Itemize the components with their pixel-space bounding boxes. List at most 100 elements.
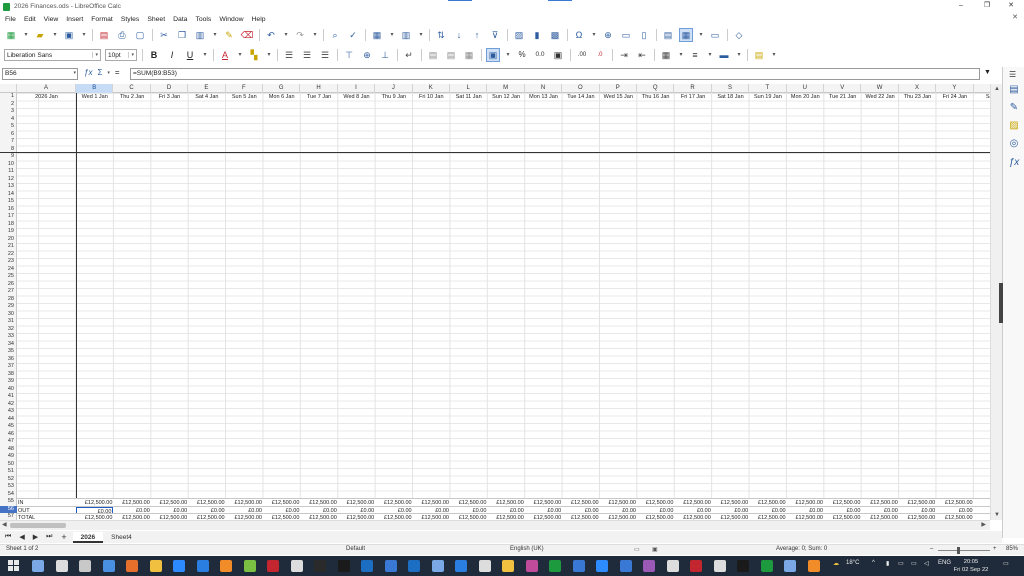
system-clock[interactable]: 20:05 Fri 02 Sep 22 (953, 558, 989, 574)
horizontal-scrollbar[interactable]: ◀ ▶ (0, 520, 990, 530)
scroll-right-icon[interactable]: ▶ (981, 521, 986, 528)
clear-formatting-icon[interactable]: ⌫ (240, 28, 254, 42)
font-name-box[interactable]: Liberation Sans ▾ (4, 49, 101, 61)
taskbar-app-icon[interactable] (290, 560, 303, 572)
close-button[interactable]: ✕ (998, 0, 1024, 13)
row-header[interactable]: 48 (0, 446, 17, 454)
taskbar-app-icon[interactable] (337, 560, 350, 572)
taskbar-app-icon[interactable] (126, 560, 138, 572)
date-header-cell[interactable]: Sun 19 Jan (749, 93, 786, 101)
row-header[interactable]: 41 (0, 393, 17, 401)
column-header[interactable]: W (861, 84, 899, 93)
currency-dropdown-icon[interactable]: ▾ (504, 48, 512, 62)
row-header[interactable]: 29 (0, 303, 17, 311)
zoom-slider-knob[interactable] (957, 547, 960, 554)
date-header-cell[interactable]: Wed 22 Jan (861, 93, 898, 101)
row-header[interactable]: 14 (0, 191, 17, 199)
column-dropdown-icon[interactable]: ▾ (417, 28, 425, 42)
date-header-cell[interactable]: Wed 15 Jan (600, 93, 637, 101)
taskbar-app-icon[interactable] (690, 560, 702, 572)
navigator-icon[interactable]: ◎ (1008, 138, 1020, 150)
column-header[interactable]: H (300, 84, 338, 93)
date-header-cell[interactable]: Wed 1 Jan (76, 93, 113, 101)
row-header[interactable]: 17 (0, 213, 17, 221)
windows-start-icon[interactable] (8, 560, 19, 571)
column-header[interactable]: R (674, 84, 712, 93)
row-header[interactable]: 49 (0, 453, 17, 461)
next-sheet-icon[interactable]: ▶ (33, 533, 38, 541)
row-header[interactable]: 51 (0, 468, 17, 476)
align-top-icon[interactable]: ⊤ (342, 48, 356, 62)
cell-area[interactable] (17, 93, 990, 520)
column-header[interactable]: G (263, 84, 301, 93)
tray-app-icon[interactable]: ▮ (886, 560, 889, 567)
date-header-cell[interactable]: Sat 18 Jan (712, 93, 749, 101)
sheet-tab-sheet4[interactable]: Sheet4 (103, 532, 140, 543)
menu-edit[interactable]: Edit (24, 16, 36, 23)
open-dropdown-icon[interactable]: ▾ (51, 28, 59, 42)
menu-file[interactable]: File (5, 16, 16, 23)
sidebar-collapse-handle[interactable] (999, 283, 1003, 323)
decrease-indent-icon[interactable]: ⇤ (635, 48, 649, 62)
row-header[interactable]: 19 (0, 228, 17, 236)
zoom-in-button[interactable]: + (993, 546, 997, 552)
open-folder-icon[interactable]: ▰ (33, 28, 47, 42)
borders-dropdown-icon[interactable]: ▾ (677, 48, 685, 62)
first-sheet-icon[interactable]: ⏮ (5, 533, 11, 541)
conditional-dropdown-icon[interactable]: ▾ (770, 48, 778, 62)
increase-indent-icon[interactable]: ⇥ (617, 48, 631, 62)
row-header[interactable]: 50 (0, 461, 17, 469)
export-pdf-icon[interactable]: ▤ (97, 28, 111, 42)
row-header[interactable]: 55 (0, 498, 17, 506)
align-bottom-icon[interactable]: ⊥ (378, 48, 392, 62)
date-header-cell[interactable]: Mon 6 Jan (263, 93, 300, 101)
percent-format-button[interactable]: % (515, 48, 529, 62)
print-icon[interactable]: ⎙ (115, 28, 129, 42)
sort-ascending-icon[interactable]: ↓ (452, 28, 466, 42)
row-header[interactable]: 46 (0, 431, 17, 439)
scroll-up-icon[interactable]: ▲ (994, 86, 1000, 92)
network-icon[interactable]: ▭ (898, 560, 904, 567)
month-label-cell[interactable]: 2026 Jan (17, 93, 76, 101)
row-header[interactable]: 23 (0, 258, 17, 266)
column-icon[interactable]: ▥ (399, 28, 413, 42)
date-format-icon[interactable]: ▣ (551, 48, 565, 62)
date-header-cell[interactable]: Tue 14 Jan (562, 93, 599, 101)
name-box[interactable]: B56 ▾ (2, 68, 78, 80)
border-color-icon[interactable]: ▬ (717, 48, 731, 62)
date-header-cell[interactable]: Sun 5 Jan (226, 93, 263, 101)
print-preview-icon[interactable]: ▢ (133, 28, 147, 42)
row-header[interactable]: 33 (0, 333, 17, 341)
row-header[interactable]: 45 (0, 423, 17, 431)
split-window-icon[interactable]: ▭ (708, 28, 722, 42)
column-header[interactable]: C (113, 84, 151, 93)
border-style-dropdown-icon[interactable]: ▾ (706, 48, 714, 62)
taskbar-app-icon[interactable] (32, 560, 44, 572)
formula-icon[interactable]: = (115, 68, 120, 77)
cut-icon[interactable]: ✂ (157, 28, 171, 42)
new-document-icon[interactable]: ▦ (4, 28, 18, 42)
italic-button[interactable]: I (165, 48, 179, 62)
column-header[interactable]: S (712, 84, 750, 93)
taskbar-app-icon[interactable] (619, 560, 632, 572)
undo-dropdown-icon[interactable]: ▾ (282, 28, 290, 42)
freeze-dropdown-icon[interactable]: ▾ (697, 28, 705, 42)
zoom-out-button[interactable]: – (930, 546, 933, 552)
currency-format-icon[interactable]: ▣ (486, 48, 500, 62)
taskbar-app-icon[interactable] (243, 560, 256, 572)
taskbar-app-icon[interactable] (760, 560, 773, 572)
row-header[interactable]: 32 (0, 326, 17, 334)
date-header-cell[interactable]: Fri 17 Jan (674, 93, 711, 101)
styles-icon[interactable]: ✎ (1008, 102, 1020, 114)
formula-input[interactable]: =SUM(B9:B53) (130, 68, 980, 80)
taskbar-app-icon[interactable] (502, 560, 514, 572)
special-character-dropdown-icon[interactable]: ▾ (590, 28, 598, 42)
menu-insert[interactable]: Insert (66, 16, 83, 23)
taskbar-app-icon[interactable] (666, 560, 679, 572)
number-format-button[interactable]: 0.0 (533, 48, 547, 62)
row-header[interactable]: 56 (0, 505, 17, 513)
previous-sheet-icon[interactable]: ◀ (19, 533, 24, 541)
center-vertically-icon[interactable]: ⊕ (360, 48, 374, 62)
spelling-icon[interactable]: ✓ (346, 28, 360, 42)
sort-descending-icon[interactable]: ↑ (470, 28, 484, 42)
